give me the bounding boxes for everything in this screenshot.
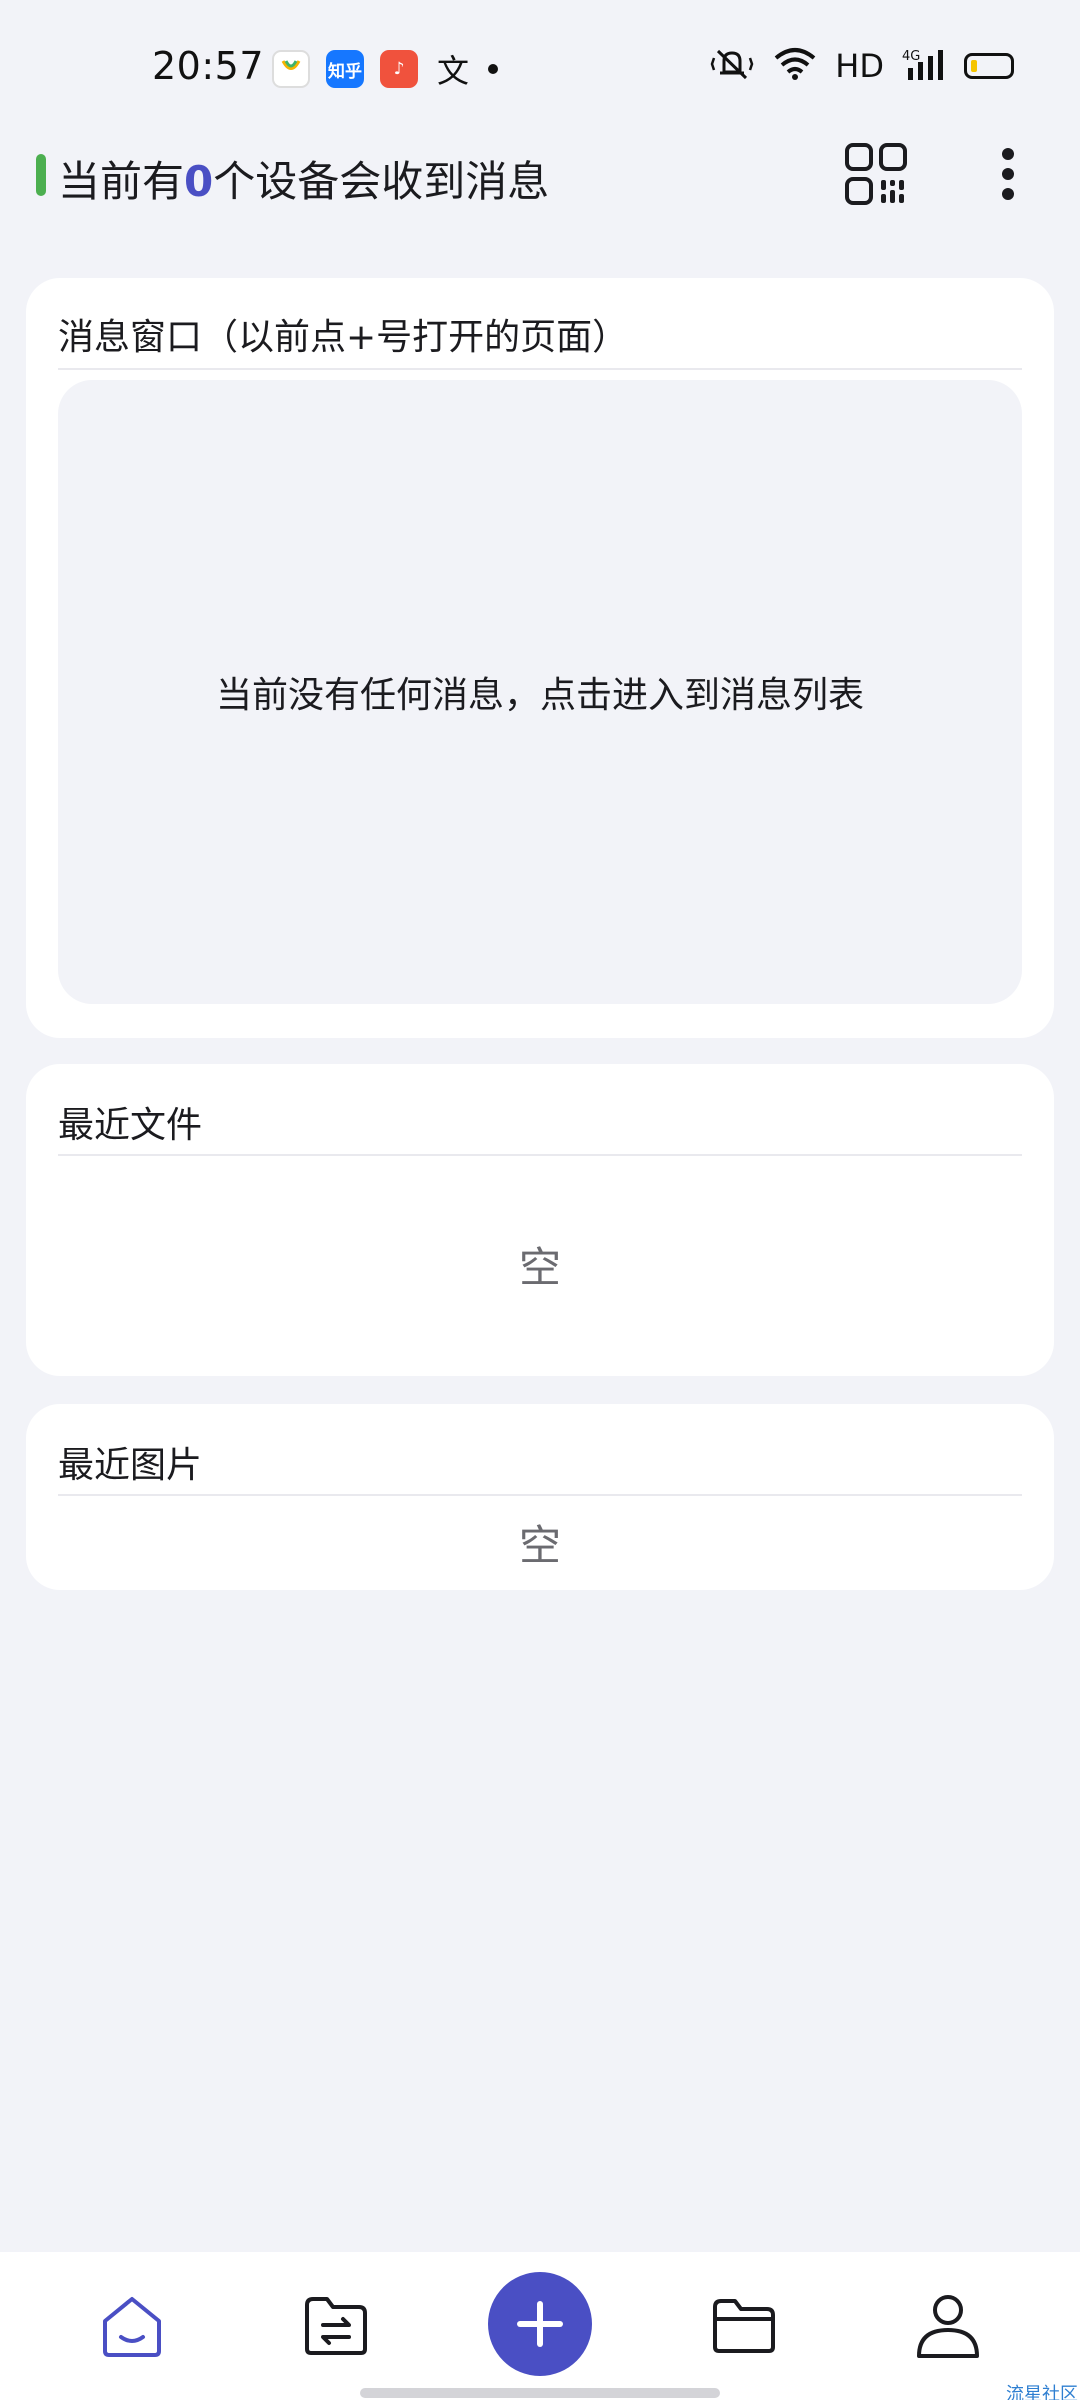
folder-icon (713, 2299, 775, 2353)
wifi-icon (773, 46, 817, 86)
music-icon: ♪ (380, 50, 418, 88)
message-list-entry[interactable]: 当前没有任何消息，点击进入到消息列表 (58, 380, 1022, 1004)
nav-file-transfer[interactable] (286, 2252, 386, 2400)
app-icon-1 (272, 50, 310, 88)
signal-icon: 4G (902, 46, 946, 86)
status-bar: 20:57 知乎 ♪ 文 HD 4G (0, 0, 1080, 140)
recent-images-empty: 空 (518, 1521, 561, 1570)
more-notifications-dot (488, 64, 498, 74)
file-transfer-icon (305, 2297, 367, 2355)
device-count-suffix: 个设备会收到消息 (213, 157, 550, 206)
home-icon (103, 2297, 161, 2357)
device-count-message: 当前有0个设备会收到消息 (58, 148, 549, 209)
mute-icon (709, 46, 755, 86)
divider (58, 1494, 1022, 1496)
recent-files-title: 最近文件 (58, 1105, 203, 1146)
status-time: 20:57 (152, 44, 265, 88)
message-window-card: 消息窗口（以前点+号打开的页面） 当前没有任何消息，点击进入到消息列表 (26, 278, 1054, 1038)
zhihu-icon: 知乎 (326, 50, 364, 88)
online-indicator (36, 154, 46, 196)
home-indicator[interactable] (360, 2388, 720, 2398)
svg-text:4G: 4G (902, 49, 920, 64)
qr-code-button[interactable] (842, 140, 910, 208)
watermark: 流星社区 (1006, 2384, 1078, 2400)
nav-profile[interactable] (898, 2252, 998, 2400)
divider (58, 368, 1022, 370)
app-header: 当前有0个设备会收到消息 (0, 140, 1080, 260)
more-vertical-icon (1002, 148, 1014, 200)
message-empty-text: 当前没有任何消息，点击进入到消息列表 (215, 675, 864, 716)
device-count: 0 (184, 157, 214, 206)
recent-images-title: 最近图片 (58, 1445, 203, 1486)
notification-icons: 知乎 ♪ 文 (272, 50, 498, 88)
recent-files-empty: 空 (518, 1243, 561, 1292)
bottom-navigation (0, 2252, 1080, 2400)
add-button[interactable] (488, 2272, 592, 2376)
recent-images-card: 最近图片 空 (26, 1404, 1054, 1590)
network-type: HD (835, 47, 884, 85)
recent-files-card: 最近文件 空 (26, 1064, 1054, 1376)
app-screen: 20:57 知乎 ♪ 文 HD 4G 当前有0个设备会收到消息 消息窗口（以前点… (0, 0, 1080, 2400)
divider (58, 1154, 1022, 1156)
person-icon (917, 2295, 979, 2358)
message-window-title: 消息窗口（以前点+号打开的页面） (58, 317, 629, 358)
add-icon (517, 2301, 563, 2347)
nav-files[interactable] (694, 2252, 794, 2400)
system-icons: HD 4G (709, 46, 1014, 86)
more-options-button[interactable] (978, 140, 1038, 208)
battery-icon (964, 53, 1014, 79)
nav-home[interactable] (82, 2252, 182, 2400)
translate-icon: 文 (436, 52, 469, 88)
qr-code-icon (845, 143, 907, 205)
device-count-prefix: 当前有 (58, 157, 185, 206)
